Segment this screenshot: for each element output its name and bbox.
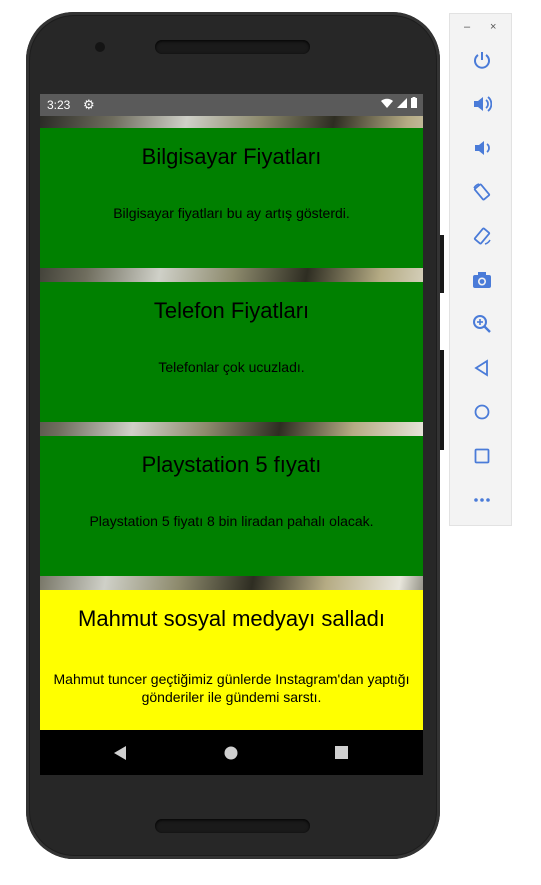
card-body: Bilgisayar fiyatları bu ay artış gösterd…	[113, 205, 350, 221]
news-list[interactable]: Bilgisayar Fiyatları Bilgisayar fiyatlar…	[40, 116, 423, 730]
card-body: Mahmut tuncer geçtiğimiz günlerde Instag…	[53, 671, 410, 705]
rotate-right-icon	[473, 227, 491, 245]
rotate-right-button[interactable]	[450, 221, 513, 251]
power-icon	[473, 52, 490, 69]
emulator-toolbar: – ×	[449, 13, 512, 526]
card-title: Telefon Fiyatları	[153, 298, 310, 323]
camera-icon	[472, 272, 491, 288]
news-card[interactable]: Mahmut sosyal medyayı salladı Mahmut tun…	[40, 590, 423, 730]
power-side-button[interactable]	[440, 235, 444, 293]
screenshot-button[interactable]	[450, 265, 513, 295]
news-card[interactable]: Bilgisayar Fiyatları Bilgisayar fiyatlar…	[40, 128, 423, 268]
status-bar: 3:23 ⚙	[40, 94, 423, 116]
volume-down-icon	[474, 141, 490, 155]
overview-square-icon	[334, 746, 348, 759]
volume-up-button[interactable]	[450, 89, 513, 119]
news-card[interactable]: Telefon Fiyatları Telefonlar çok ucuzlad…	[40, 282, 423, 422]
zoom-icon	[472, 315, 491, 333]
more-icon	[473, 498, 490, 502]
back-triangle-icon	[114, 745, 126, 760]
volume-up-icon	[473, 96, 492, 112]
navigation-bar	[40, 730, 423, 775]
status-icons	[380, 97, 417, 111]
minimize-button[interactable]: –	[464, 21, 470, 33]
zoom-button[interactable]	[450, 309, 513, 339]
front-camera	[95, 42, 105, 52]
back-button[interactable]	[450, 353, 513, 383]
home-icon	[474, 404, 489, 420]
overview-button[interactable]	[450, 441, 513, 471]
overview-icon	[474, 448, 489, 464]
rotate-left-icon	[472, 183, 490, 201]
nav-home-button[interactable]	[201, 730, 261, 775]
status-time: 3:23	[47, 98, 71, 112]
volume-side-button[interactable]	[440, 350, 444, 450]
card-title: Bilgisayar Fiyatları	[141, 144, 322, 169]
bottom-speaker	[155, 819, 310, 833]
home-circle-icon	[224, 746, 238, 759]
card-title: Playstation 5 fıyatı	[141, 452, 322, 477]
nav-overview-button[interactable]	[311, 730, 371, 775]
settings-gear-icon: ⚙	[83, 97, 95, 112]
close-button[interactable]: ×	[490, 21, 496, 33]
wifi-icon	[380, 98, 393, 108]
card-body: Playstation 5 fiyatı 8 bin liradan pahal…	[89, 513, 374, 529]
more-button[interactable]	[450, 485, 513, 515]
volume-down-button[interactable]	[450, 133, 513, 163]
power-button[interactable]	[450, 45, 513, 75]
news-card[interactable]: Playstation 5 fıyatı Playstation 5 fiyat…	[40, 436, 423, 576]
device-screen: 3:23 ⚙ Bilgisayar Fiyatları Bilgisayar f…	[40, 94, 423, 775]
card-body: Telefonlar çok ucuzladı.	[158, 359, 305, 375]
nav-back-button[interactable]	[90, 730, 150, 775]
back-icon	[473, 359, 488, 377]
signal-icon	[396, 98, 407, 108]
rotate-left-button[interactable]	[450, 177, 513, 207]
card-title: Mahmut sosyal medyayı salladı	[78, 606, 385, 631]
home-button[interactable]	[450, 397, 513, 427]
battery-icon	[411, 97, 417, 108]
top-speaker	[155, 40, 310, 54]
